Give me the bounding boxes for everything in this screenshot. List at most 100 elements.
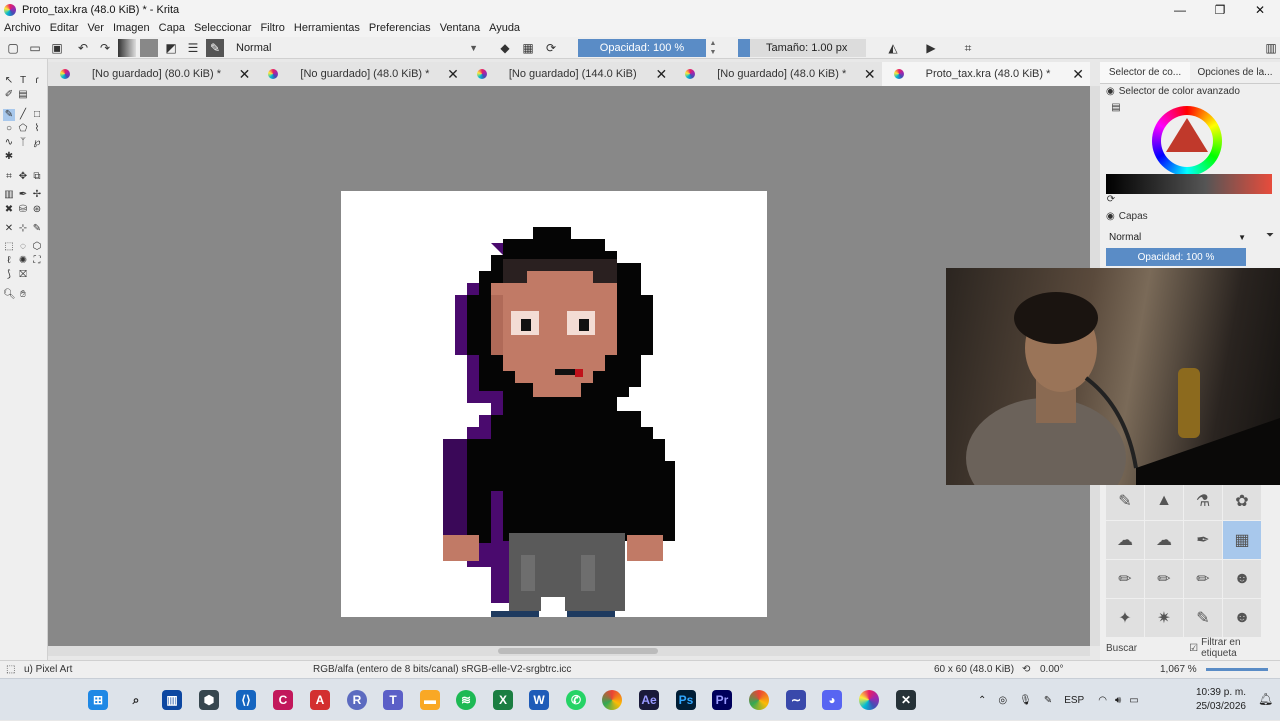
menu-preferencias[interactable]: Preferencias [369,22,431,34]
menu-seleccionar[interactable]: Seleccionar [194,22,251,34]
brush-preset[interactable]: ☁ [1106,521,1144,559]
brush-preset-selected[interactable]: ▦ [1223,521,1261,559]
mirror-horizontal-icon[interactable]: ◭ [884,39,902,57]
wifi-icon[interactable]: ◠ [1098,695,1107,706]
after-effects-icon[interactable]: Ae [639,690,659,710]
color-picker-icon[interactable]: ✒ [17,189,29,201]
canvas-area[interactable] [48,86,1090,646]
zoom-tool-icon[interactable]: 🔍︎ [3,289,16,301]
excel-icon[interactable]: X [493,690,513,710]
vscode-icon[interactable]: ⟨⟩ [236,690,256,710]
tab-document-1[interactable]: [No guardado] (80.0 KiB) * ✕ [48,62,256,86]
text-tool-icon[interactable]: T [17,75,29,87]
word-icon[interactable]: W [529,690,549,710]
refresh-icon[interactable]: ⟳ [1105,194,1117,206]
close-icon[interactable]: ✕ [239,66,251,83]
pen-icon[interactable]: ✎ [1044,695,1052,706]
menu-archivo[interactable]: Archivo [4,22,41,34]
brush-preset[interactable]: ✎ [1106,482,1144,520]
brush-preset[interactable]: ▲ [1145,482,1183,520]
enclose-fill-icon[interactable]: ⊛ [31,204,43,216]
eraser-mode-icon[interactable]: ◆ [496,39,514,57]
3d-app-icon[interactable]: ⬢ [199,690,219,710]
clock[interactable]: 10:39 p. m. 25/03/2026 [1190,686,1246,714]
layer-blend-select[interactable]: Normal ▼ [1106,229,1250,245]
polygon-select-icon[interactable]: ⬡ [31,241,43,253]
brush-preset[interactable]: ✦ [1106,599,1144,637]
close-icon[interactable]: ✕ [655,66,667,83]
mirror-vertical-icon[interactable]: ▶ [922,39,940,57]
magnetic-select-icon[interactable]: ⛝ [17,269,29,281]
bezier-tool-icon[interactable]: ∿ [3,137,15,149]
premiere-icon[interactable]: Pr [712,690,732,710]
menu-ayuda[interactable]: Ayuda [489,22,520,34]
smart-patch-icon[interactable]: ✖ [3,204,15,216]
close-icon[interactable]: ✕ [447,66,459,83]
gradient-tool-icon[interactable]: ▥ [3,189,15,201]
file-explorer-icon[interactable]: ▬ [420,690,440,710]
bezier-select-icon[interactable]: ⟆ [3,269,15,281]
freehand-select-icon[interactable]: ℓ [3,255,15,267]
undo-icon[interactable]: ↶ [74,39,92,57]
zoom-value[interactable]: 1,067 % [1160,664,1197,675]
pattern-icon[interactable] [140,38,158,57]
brush-preset[interactable]: ✒ [1184,521,1222,559]
krita-taskbar-icon[interactable] [859,690,879,710]
rect-select-icon[interactable]: ⬚ [3,241,15,253]
move-tool-icon[interactable]: ✥ [17,171,29,183]
multibrush-icon[interactable]: ✱ [3,151,15,163]
menu-ventana[interactable]: Ventana [440,22,480,34]
menu-filtro[interactable]: Filtro [260,22,284,34]
minimize-button[interactable]: — [1160,0,1200,19]
opacity-spinner[interactable]: ▲ ▼ [708,39,718,57]
brush-preset[interactable]: ✎ [1184,599,1222,637]
filter-icon[interactable]: ⏷ [1264,230,1276,242]
app-icon[interactable]: ∼ [786,690,806,710]
color-history-bar[interactable] [1106,174,1272,194]
close-icon[interactable]: ✕ [1072,66,1084,83]
preserve-alpha-icon[interactable]: ▦ [519,39,537,57]
open-folder-icon[interactable]: ▭ [26,39,44,57]
blend-mode-select[interactable]: Normal ▼ [236,39,484,57]
rotation-value[interactable]: 0.00° [1040,664,1063,675]
transform-tool-icon[interactable]: ⧉ [31,171,43,183]
microphone-icon[interactable]: 🎙︎ [1019,695,1032,706]
line-tool-icon[interactable]: ╱ [17,109,29,121]
brush-preset[interactable]: ✏ [1145,560,1183,598]
layer-opacity-slider[interactable]: Opacidad: 100 % [1106,248,1246,266]
menu-herramientas[interactable]: Herramientas [294,22,360,34]
workspace-icon[interactable]: ▥ [1262,39,1280,57]
tab-color-selector[interactable]: Selector de co... [1100,62,1190,84]
reload-preset-icon[interactable]: ⟳ [542,39,560,57]
color-settings-icon[interactable]: ▤ [1110,102,1122,114]
brush-preset[interactable]: ☻ [1223,599,1261,637]
assistant-tool-icon[interactable]: ✢ [31,189,43,201]
opacity-slider[interactable]: Opacidad: 100 % [578,39,706,57]
close-window-button[interactable]: ✕ [1240,0,1280,19]
new-document-icon[interactable]: ▢ [4,39,22,57]
assistant-icon[interactable]: ✕ [3,223,15,235]
tab-tool-options[interactable]: Opciones de la... [1190,62,1280,84]
color-wheel[interactable] [1152,106,1222,176]
volume-icon[interactable]: 🔊︎ [1115,695,1121,706]
brush-preset[interactable]: ✷ [1145,599,1183,637]
brush-preset[interactable]: ✏ [1184,560,1222,598]
reference-icon[interactable]: ✎ [31,223,43,235]
language-indicator[interactable]: ESP [1064,695,1084,706]
windows-start-icon[interactable]: ⊞ [88,690,108,710]
select-shapes-icon[interactable]: ↖ [3,75,15,87]
task-manager-icon[interactable]: ▥ [162,690,182,710]
chrome-icon[interactable] [602,690,622,710]
gradient-icon[interactable] [118,38,136,57]
menu-ver[interactable]: Ver [87,22,104,34]
brush-preset[interactable]: ⚗ [1184,482,1222,520]
menu-capa[interactable]: Capa [159,22,185,34]
clip-studio-icon[interactable]: C [273,690,293,710]
fill-icon[interactable]: ▤ [17,89,29,101]
search-icon[interactable]: ⌕ [126,690,146,710]
horizontal-scrollbar[interactable] [48,646,1090,656]
edit-shapes-icon[interactable]: ✐ [3,89,15,101]
color-triangle[interactable] [1166,118,1208,152]
dynamic-brush-icon[interactable]: ℘ [31,137,43,149]
pixel-art-canvas[interactable] [341,191,767,617]
